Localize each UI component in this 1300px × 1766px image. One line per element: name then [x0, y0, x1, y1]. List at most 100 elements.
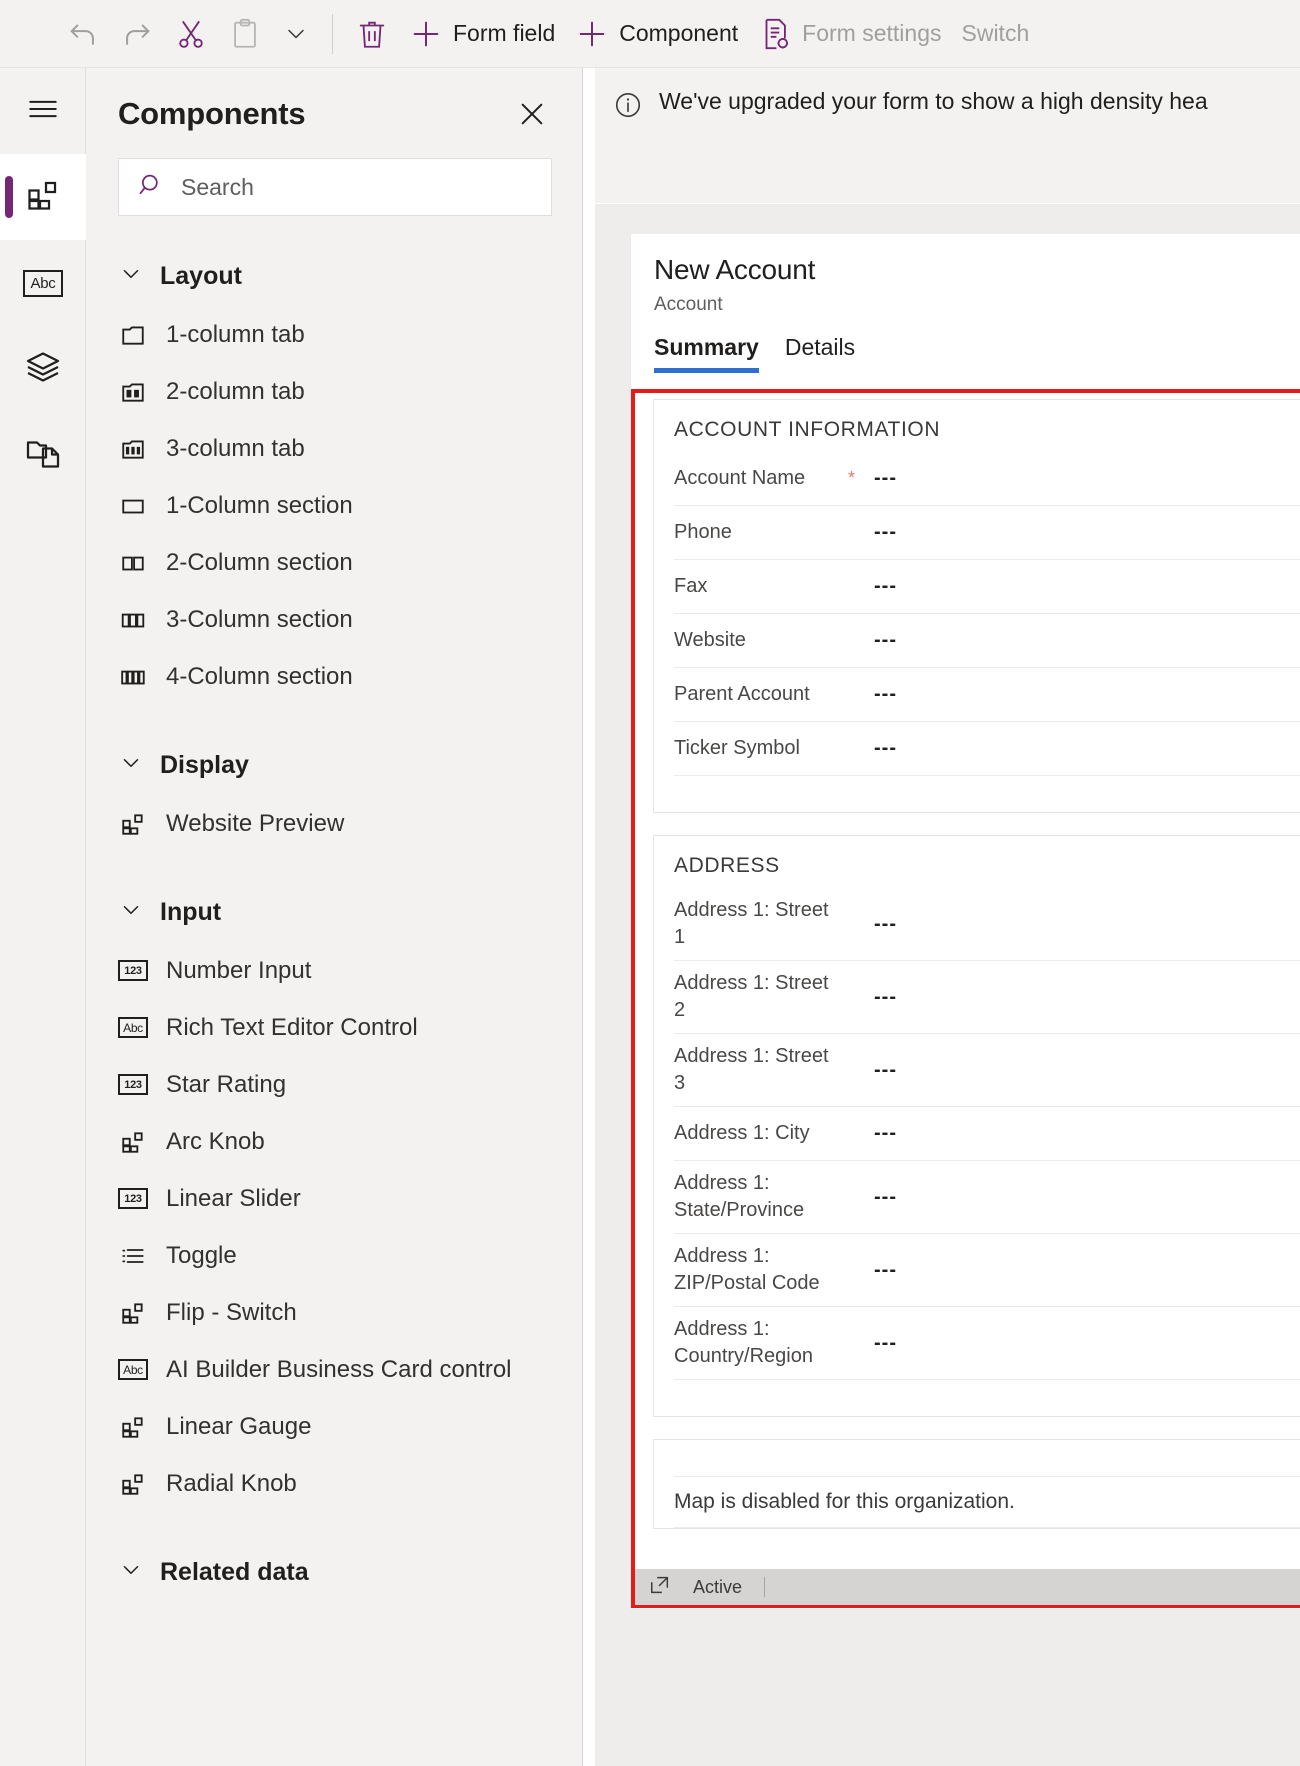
component-label: Website Preview [166, 809, 345, 837]
field-label: Address 1: Street 1 [674, 899, 829, 948]
paste-options-button[interactable] [272, 10, 320, 58]
field-value: --- [874, 629, 897, 651]
copy-pages-icon [25, 435, 61, 476]
form-field-fax[interactable]: Fax --- [674, 560, 1300, 614]
components-panel: Components Layout [86, 68, 583, 1766]
form-field-button[interactable]: Form field [399, 10, 565, 58]
sidebar-item-fields[interactable]: Abc [0, 240, 86, 326]
component-label: 3-Column section [166, 605, 353, 633]
section-1col-icon [118, 493, 148, 519]
form-field-website[interactable]: Website --- [674, 614, 1300, 668]
form-field-address1-state-province[interactable]: Address 1: State/Province --- [674, 1161, 1300, 1234]
map-message-row: Map is disabled for this organization. [674, 1476, 1300, 1528]
form-field-address1-street1[interactable]: Address 1: Street 1 --- [674, 888, 1300, 961]
field-value: --- [874, 467, 897, 489]
scissors-icon [174, 17, 208, 51]
group-header-input[interactable]: Input [86, 882, 582, 942]
field-label: Address 1: ZIP/Postal Code [674, 1245, 820, 1294]
component-item-flip-switch[interactable]: Flip - Switch [86, 1284, 582, 1341]
component-label: Radial Knob [166, 1469, 297, 1497]
component-item-linear-slider[interactable]: 123 Linear Slider [86, 1170, 582, 1227]
component-label: 2-column tab [166, 377, 305, 405]
component-item-1-column-section[interactable]: 1-Column section [86, 477, 582, 534]
switch-button[interactable]: Switch [952, 10, 1040, 58]
tab-details[interactable]: Details [785, 334, 855, 373]
field-label: Address 1: City [674, 1122, 810, 1144]
form-field-address1-country-region[interactable]: Address 1: Country/Region --- [674, 1307, 1300, 1380]
chevron-down-icon [282, 20, 310, 48]
field-value: --- [874, 1185, 897, 1208]
group-header-layout[interactable]: Layout [86, 246, 582, 306]
form-preview-card: New Account Account Summary Details ACCO… [631, 234, 1300, 1609]
component-item-arc-knob[interactable]: Arc Knob [86, 1113, 582, 1170]
field-label: Address 1: Street 2 [674, 972, 829, 1021]
form-field-parent-account[interactable]: Parent Account --- [674, 668, 1300, 722]
field-label: Phone [674, 521, 732, 543]
component-item-rich-text-editor-control[interactable]: Abc Rich Text Editor Control [86, 999, 582, 1056]
chevron-down-icon [118, 261, 144, 292]
field-value: --- [874, 1331, 897, 1354]
sidebar-item-copy[interactable] [0, 412, 86, 498]
trash-icon [355, 17, 389, 51]
form-body[interactable]: ACCOUNT INFORMATION Account Name * --- P… [631, 389, 1300, 1608]
tab-details-label: Details [784, 334, 856, 360]
group-header-display[interactable]: Display [86, 735, 582, 795]
sidebar-item-components[interactable] [0, 154, 86, 240]
form-section-map[interactable]: Map is disabled for this organization. [653, 1439, 1300, 1529]
form-field-ticker-symbol[interactable]: Ticker Symbol --- [674, 722, 1300, 776]
field-value: --- [874, 1122, 897, 1144]
form-field-address1-street3[interactable]: Address 1: Street 3 --- [674, 1034, 1300, 1107]
form-field-address1-zip-postal-code[interactable]: Address 1: ZIP/Postal Code --- [674, 1234, 1300, 1307]
component-item-3-column-tab[interactable]: 3-column tab [86, 420, 582, 477]
group-title-layout: Layout [160, 261, 242, 290]
search-box[interactable] [118, 158, 552, 216]
tab-summary[interactable]: Summary [654, 334, 759, 373]
cut-button[interactable] [164, 10, 218, 58]
hamburger-menu-button[interactable] [0, 68, 86, 154]
delete-button[interactable] [345, 10, 399, 58]
close-panel-button[interactable] [512, 96, 552, 136]
form-section-account-information[interactable]: ACCOUNT INFORMATION Account Name * --- P… [653, 399, 1300, 813]
component-button[interactable]: Component [565, 10, 748, 58]
form-canvas: We've upgraded your form to show a high … [583, 68, 1300, 1766]
component-item-radial-knob[interactable]: Radial Knob [86, 1455, 582, 1512]
form-section-address[interactable]: ADDRESS Address 1: Street 1 --- Address … [653, 835, 1300, 1417]
field-value: --- [874, 683, 897, 705]
tab-1col-icon [118, 322, 148, 348]
component-item-3-column-section[interactable]: 3-Column section [86, 591, 582, 648]
form-field-label: Form field [453, 20, 556, 46]
list-icon [118, 1243, 148, 1269]
component-item-2-column-tab[interactable]: 2-column tab [86, 363, 582, 420]
component-item-4-column-section[interactable]: 4-Column section [86, 648, 582, 705]
form-field-phone[interactable]: Phone --- [674, 506, 1300, 560]
undo-icon [66, 17, 100, 51]
search-input[interactable] [179, 172, 533, 202]
chevron-down-icon [118, 897, 144, 928]
sidebar-item-layers[interactable] [0, 326, 86, 412]
component-icon [118, 1300, 148, 1326]
component-icon [118, 1471, 148, 1497]
page-title: Components [118, 96, 306, 131]
component-item-ai-builder-business-card-control[interactable]: Abc AI Builder Business Card control [86, 1341, 582, 1398]
redo-button[interactable] [110, 10, 164, 58]
popout-icon[interactable] [649, 1574, 671, 1601]
form-tabs: Summary Details [654, 334, 855, 373]
components-icon [25, 177, 61, 218]
undo-button[interactable] [56, 10, 110, 58]
component-item-star-rating[interactable]: 123 Star Rating [86, 1056, 582, 1113]
form-field-account-name[interactable]: Account Name * --- [674, 452, 1300, 506]
component-item-2-column-section[interactable]: 2-Column section [86, 534, 582, 591]
group-header-related-data[interactable]: Related data [86, 1542, 582, 1602]
component-item-1-column-tab[interactable]: 1-column tab [86, 306, 582, 363]
field-value: --- [874, 521, 897, 543]
form-settings-button[interactable]: Form settings [748, 10, 951, 58]
form-field-address1-street2[interactable]: Address 1: Street 2 --- [674, 961, 1300, 1034]
component-item-linear-gauge[interactable]: Linear Gauge [86, 1398, 582, 1455]
component-item-toggle[interactable]: Toggle [86, 1227, 582, 1284]
paste-button[interactable] [218, 10, 272, 58]
component-item-website-preview[interactable]: Website Preview [86, 795, 582, 852]
component-item-number-input[interactable]: 123 Number Input [86, 942, 582, 999]
form-field-address1-city[interactable]: Address 1: City --- [674, 1107, 1300, 1161]
section-title: ADDRESS [674, 854, 780, 877]
